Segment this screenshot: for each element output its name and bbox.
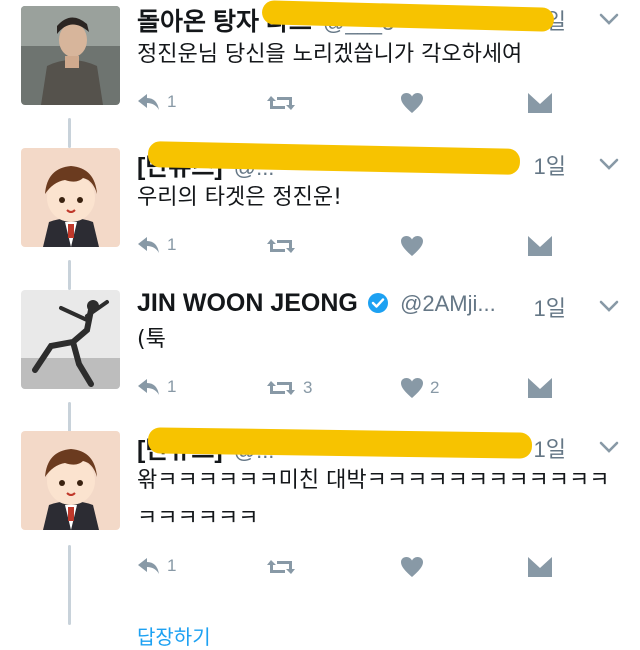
retweet-button[interactable] <box>265 556 303 578</box>
reply-count: 1 <box>167 377 177 396</box>
tweet-text: (툭 <box>137 327 166 352</box>
message-button[interactable] <box>527 235 553 257</box>
tweet-actions: 1 <box>135 235 565 265</box>
reply-button[interactable]: 1 <box>135 92 176 112</box>
tweet[interactable]: [단유즈] @... 1일 우리의 타겟은 정진운! 1 <box>0 141 640 285</box>
reply-count: 1 <box>167 92 177 111</box>
tweet-actions: 1 3 2 <box>135 377 565 407</box>
reply-icon <box>138 94 159 110</box>
redaction-mark <box>147 427 533 459</box>
message-button[interactable] <box>527 556 553 578</box>
tweet[interactable]: JIN WOON JEONG @2AMji... 1일 (툭 1 3 2 <box>0 287 640 427</box>
reply-icon <box>138 237 159 253</box>
avatar[interactable] <box>21 148 120 247</box>
timestamp[interactable]: 1일 <box>534 432 566 464</box>
message-button[interactable] <box>527 377 553 399</box>
tweet-actions: 1 <box>135 556 565 586</box>
reply-count: 1 <box>167 556 177 575</box>
envelope-icon <box>528 378 552 398</box>
avatar[interactable] <box>21 431 120 530</box>
timestamp[interactable]: 1일 <box>534 291 566 323</box>
like-button[interactable]: 2 <box>400 377 439 399</box>
like-button[interactable] <box>400 92 430 114</box>
heart-icon <box>401 236 423 256</box>
retweet-icon <box>267 381 295 395</box>
tweet-text: 왂ㅋㅋㅋㅋㅋㅋ미친 대박ㅋㅋㅋㅋㅋㅋㅋㅋㅋㅋㅋㅋㅋㅋㅋㅋㅋㅋ <box>137 468 610 531</box>
display-name[interactable]: JIN WOON JEONG <box>137 289 358 317</box>
like-button[interactable] <box>400 556 430 578</box>
tweet-text: 우리의 타겟은 정진운! <box>137 185 342 210</box>
tweet-text: 정진운님 당신을 노리겠씁니가 각오하세여 <box>137 42 523 67</box>
reply-button[interactable]: 1 <box>135 377 176 397</box>
reply-count: 1 <box>167 235 177 254</box>
chevron-down-icon[interactable] <box>598 297 620 315</box>
tweet-actions: 1 <box>135 92 565 122</box>
envelope-icon <box>528 236 552 256</box>
avatar[interactable] <box>21 6 120 105</box>
chevron-down-icon[interactable] <box>598 155 620 173</box>
retweet-button[interactable]: 3 <box>265 377 312 399</box>
user-handle[interactable]: @2AMji... <box>400 291 496 316</box>
retweet-icon <box>267 560 295 574</box>
retweet-count: 3 <box>303 378 313 397</box>
chevron-down-icon[interactable] <box>598 10 620 28</box>
reply-button[interactable]: 1 <box>135 556 176 576</box>
retweet-button[interactable] <box>265 235 303 257</box>
heart-icon <box>401 378 423 398</box>
timestamp[interactable]: 1일 <box>534 149 566 181</box>
heart-icon <box>401 93 423 113</box>
heart-icon <box>401 557 423 577</box>
reply-icon <box>138 558 159 574</box>
reply-link[interactable]: 답장하기 <box>137 621 211 650</box>
reply-button[interactable]: 1 <box>135 235 176 255</box>
retweet-button[interactable] <box>265 92 303 114</box>
message-button[interactable] <box>527 92 553 114</box>
tweet[interactable]: 돌아온 탕자 라끄 @___3· 1일 정진운님 당신을 노리겠씁니가 각오하세… <box>0 0 640 140</box>
like-count: 2 <box>430 378 440 397</box>
avatar[interactable] <box>21 290 120 389</box>
envelope-icon <box>528 557 552 577</box>
retweet-icon <box>267 96 295 110</box>
like-button[interactable] <box>400 235 430 257</box>
envelope-icon <box>528 93 552 113</box>
chevron-down-icon[interactable] <box>598 438 620 456</box>
reply-icon <box>138 379 159 395</box>
retweet-icon <box>267 239 295 253</box>
verified-badge-icon <box>367 293 388 313</box>
tweet[interactable]: [단유즈] @... 1일 왂ㅋㅋㅋㅋㅋㅋ미친 대박ㅋㅋㅋㅋㅋㅋㅋㅋㅋㅋㅋㅋㅋㅋ… <box>0 427 640 598</box>
